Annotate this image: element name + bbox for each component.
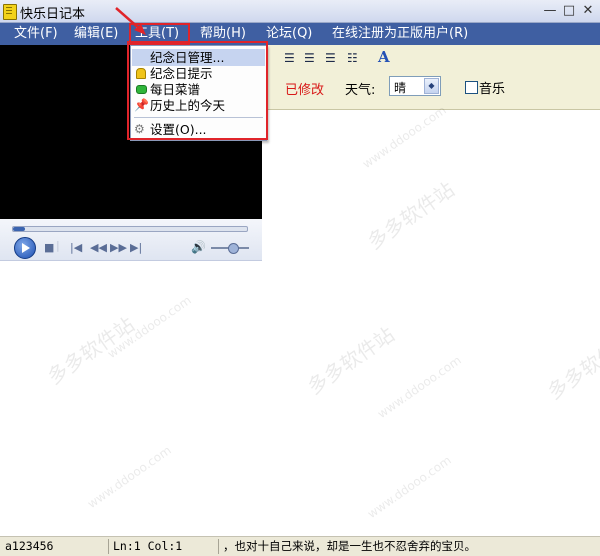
align-right-icon[interactable]: ☰ — [325, 51, 336, 65]
menu-item-history-today[interactable]: 📌 历史上的今天 — [132, 97, 265, 114]
next-track-icon[interactable]: ▶| — [130, 241, 142, 254]
weather-label: 天气: — [345, 83, 376, 98]
seek-bar[interactable] — [12, 226, 248, 232]
menu-item-label: 历史上的今天 — [150, 98, 226, 113]
menu-item-label: 纪念日提示 — [150, 66, 213, 81]
menu-file[interactable]: 文件(F) — [10, 23, 62, 45]
menu-item-anniversary-reminder[interactable]: 纪念日提示 — [132, 65, 265, 82]
menu-item-label: 纪念日管理... — [150, 50, 225, 65]
previous-track-icon[interactable]: |◀ — [70, 241, 82, 254]
status-cursor-position: Ln:1 Col:1 — [108, 539, 216, 554]
status-message: ，也对十自己来说，却是一生也不忍舍弃的宝贝。 — [218, 539, 598, 554]
align-center-icon[interactable]: ☰ — [304, 51, 315, 65]
bullet-list-icon[interactable]: ☷ — [347, 51, 358, 65]
menu-bar: 文件(F) 编辑(E) 工具(T) 帮助(H) 论坛(Q) 在线注册为正版用户(… — [0, 23, 600, 45]
bell-icon — [136, 68, 146, 79]
menu-item-settings[interactable]: ⚙ 设置(O)... — [132, 121, 265, 138]
music-checkbox[interactable] — [465, 81, 478, 94]
menu-item-anniversary-manage[interactable]: 纪念日管理... — [132, 49, 265, 66]
music-label: 音乐 — [479, 82, 506, 97]
weather-select[interactable]: 晴 ◆ — [389, 76, 441, 96]
menu-register[interactable]: 在线注册为正版用户(R) — [328, 23, 472, 45]
volume-knob[interactable] — [228, 243, 239, 254]
seek-progress — [13, 227, 25, 231]
format-toolbar: ☰ ☰ ☰ ☷ A — [262, 45, 600, 73]
maximize-button[interactable]: □ — [560, 2, 578, 19]
left-blank-area — [0, 261, 262, 536]
menu-separator — [134, 117, 263, 118]
menu-item-label: 设置(O)... — [150, 122, 207, 137]
font-color-button[interactable]: A — [378, 48, 390, 66]
dropdown-arrow-icon[interactable]: ◆ — [424, 78, 439, 94]
weather-value: 晴 — [394, 81, 407, 95]
window-title: 快乐日记本 — [20, 7, 86, 22]
notebook-icon — [3, 4, 17, 20]
fast-forward-icon[interactable]: ▶▶ — [110, 241, 127, 254]
volume-icon[interactable]: 🔊 — [191, 240, 206, 254]
minimize-button[interactable]: — — [541, 2, 559, 19]
menu-item-label: 每日菜谱 — [150, 82, 201, 97]
green-dish-icon — [136, 85, 147, 94]
tools-menu: 纪念日管理... 纪念日提示 每日菜谱 📌 历史上的今天 ⚙ 设置(O)... — [130, 45, 267, 141]
title-bar: 快乐日记本 — □ ✕ — [0, 0, 600, 23]
divider: | — [56, 239, 60, 252]
close-button[interactable]: ✕ — [579, 2, 597, 19]
status-bar: a123456 Ln:1 Col:1 ，也对十自己来说，却是一生也不忍舍弃的宝贝… — [0, 536, 600, 556]
menu-item-daily-recipe[interactable]: 每日菜谱 — [132, 81, 265, 98]
play-button[interactable] — [14, 237, 36, 259]
align-left-icon[interactable]: ☰ — [284, 51, 295, 65]
rewind-icon[interactable]: ◀◀ — [90, 241, 107, 254]
stop-icon[interactable]: ■ — [44, 241, 54, 254]
menu-forum[interactable]: 论坛(Q) — [262, 23, 316, 45]
annotation-arrow-icon — [115, 7, 146, 35]
media-player-controls: ■ | |◀ ◀◀ ▶▶ ▶| 🔊 — [0, 219, 262, 261]
menu-help[interactable]: 帮助(H) — [196, 23, 250, 45]
settings-icon: ⚙ — [134, 122, 145, 136]
modified-status: 已修改 — [285, 83, 325, 98]
status-user: a123456 — [5, 539, 54, 553]
pin-icon: 📌 — [134, 98, 149, 112]
